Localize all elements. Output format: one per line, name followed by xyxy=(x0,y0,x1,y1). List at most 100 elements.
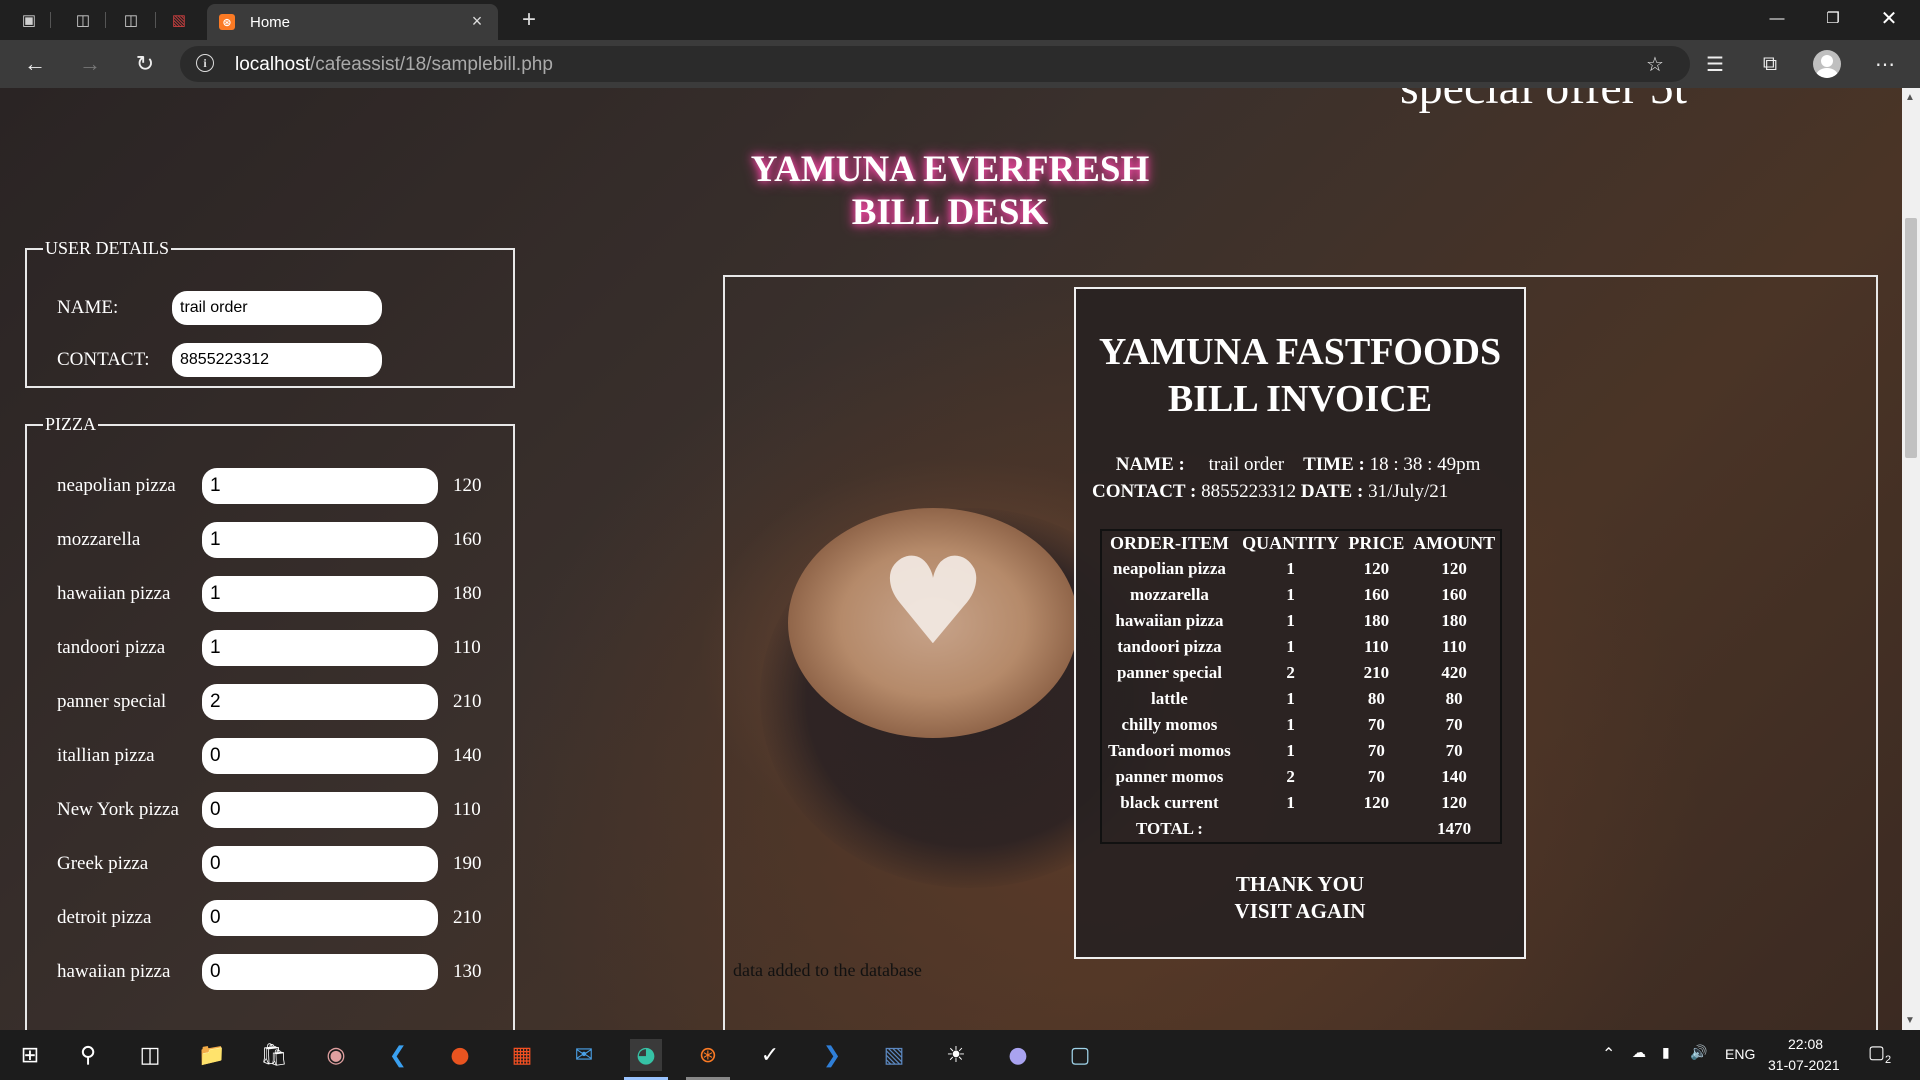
pizza-qty-input[interactable]: 0 xyxy=(202,792,438,828)
language-indicator[interactable]: ENG xyxy=(1725,1046,1755,1062)
edge-icon[interactable]: ◕ xyxy=(630,1039,662,1071)
tab-title: Home xyxy=(250,14,291,31)
separator xyxy=(50,12,51,28)
amount-cell: 110 xyxy=(1441,637,1467,656)
qty-cell: 1 xyxy=(1286,715,1295,734)
table-row: mozzarella 1 160 160 xyxy=(1101,582,1501,608)
volume-icon[interactable]: 🔊 xyxy=(1690,1044,1707,1061)
invoice-meta-line2: CONTACT : 8855223312 DATE : 31/July/21 xyxy=(1092,478,1480,505)
price-cell: 70 xyxy=(1367,715,1385,734)
pizza-qty-input[interactable]: 1 xyxy=(202,468,438,504)
pizza-qty-input[interactable]: 1 xyxy=(202,576,438,612)
task-view-icon[interactable]: ◫ xyxy=(134,1039,166,1071)
pizza-qty-input[interactable]: 0 xyxy=(202,954,438,990)
contact-input[interactable]: 8855223312 xyxy=(172,343,382,377)
pizza-price: 110 xyxy=(453,637,481,658)
eclipse-icon[interactable]: ● xyxy=(1002,1039,1034,1071)
scroll-down-icon[interactable]: ▼ xyxy=(1905,1015,1915,1026)
price-cell: 110 xyxy=(1364,637,1389,656)
pizza-item-label: hawaiian pizza xyxy=(57,583,171,604)
forward-arrow-icon[interactable]: → xyxy=(75,50,105,78)
page-title-line2: BILL DESK xyxy=(851,192,1049,233)
qty-cell: 1 xyxy=(1286,559,1295,578)
invoice-name-value: trail order xyxy=(1208,454,1285,475)
close-window-button[interactable]: ✕ xyxy=(1866,4,1912,32)
table-row: black current 1 120 120 xyxy=(1101,790,1501,816)
pinned-tab-icon[interactable]: ◫ xyxy=(72,9,94,31)
pizza-qty-input[interactable]: 2 xyxy=(202,684,438,720)
xampp-icon[interactable]: ⊛ xyxy=(692,1039,724,1071)
pizza-price: 110 xyxy=(453,799,481,820)
close-tab-icon[interactable]: × xyxy=(466,10,488,32)
file-explorer-icon[interactable]: 📁 xyxy=(196,1039,228,1071)
address-bar[interactable]: i localhost/cafeassist/18/samplebill.php… xyxy=(180,46,1690,82)
pinned-tab-icon[interactable]: ▧ xyxy=(168,9,190,31)
pizza-qty-input[interactable]: 1 xyxy=(202,522,438,558)
new-tab-button[interactable]: + xyxy=(515,6,543,34)
restore-button[interactable]: ❐ xyxy=(1810,4,1856,32)
pizza-legend: PIZZA xyxy=(45,414,96,434)
item-cell: Tandoori momos xyxy=(1108,741,1231,760)
mail-icon[interactable]: ✉ xyxy=(568,1039,600,1071)
page-content: special offer 5t YAMUNA EVERFRESH BILL D… xyxy=(0,88,1902,1030)
inkscape-icon[interactable]: ✓ xyxy=(754,1039,786,1071)
pizza-price: 130 xyxy=(453,961,482,982)
pizza-item-label: neapolian pizza xyxy=(57,475,176,496)
office-icon[interactable]: ▦ xyxy=(506,1039,538,1071)
empty-cell xyxy=(1344,816,1408,843)
special-offer-heading: special offer 5t xyxy=(1400,88,1687,115)
pizza-item-label: New York pizza xyxy=(57,799,179,820)
browser-toolbar: ← → ↻ i localhost/cafeassist/18/samplebi… xyxy=(0,40,1920,88)
pizza-qty-input[interactable]: 0 xyxy=(202,900,438,936)
qty-cell: 2 xyxy=(1286,663,1295,682)
pizza-qty-input[interactable]: 0 xyxy=(202,738,438,774)
powershell-icon[interactable]: ❯ xyxy=(816,1039,848,1071)
latte-art-icon: ♥ xyxy=(879,533,987,672)
name-label: NAME: xyxy=(57,297,119,318)
pizza-qty-input[interactable]: 1 xyxy=(202,630,438,666)
mysql-workbench-icon[interactable]: ▧ xyxy=(878,1039,910,1071)
back-arrow-icon[interactable]: ← xyxy=(20,50,50,78)
pizza-price: 160 xyxy=(453,529,482,550)
battery-icon[interactable]: ▮ xyxy=(1662,1044,1670,1061)
profile-avatar[interactable] xyxy=(1813,50,1841,78)
clock-date[interactable]: 31-07-2021 xyxy=(1768,1057,1840,1073)
tab-actions-icon[interactable]: ▣ xyxy=(18,9,40,31)
pizza-price: 210 xyxy=(453,691,482,712)
collections-icon[interactable]: ⧉ xyxy=(1755,50,1785,78)
favorites-icon[interactable]: ☰ xyxy=(1700,50,1730,78)
paint-icon[interactable]: ☀ xyxy=(940,1039,972,1071)
url-text[interactable]: localhost/cafeassist/18/samplebill.php xyxy=(235,54,553,76)
scroll-up-icon[interactable]: ▲ xyxy=(1905,92,1915,103)
pinned-tab-icon[interactable]: ◫ xyxy=(120,9,142,31)
windows-start-icon[interactable]: ⊞ xyxy=(14,1039,46,1071)
hidden-icons-chevron-icon[interactable]: ⌃ xyxy=(1602,1044,1615,1064)
pizza-price: 210 xyxy=(453,907,482,928)
name-input[interactable]: trail order xyxy=(172,291,382,325)
more-menu-icon[interactable]: ⋯ xyxy=(1870,50,1900,78)
add-favorite-icon[interactable]: ☆ xyxy=(1640,50,1670,78)
app-icon[interactable]: ▢ xyxy=(1064,1039,1096,1071)
tab-home[interactable]: ⊛ Home × xyxy=(207,4,498,40)
invoice-date-value: 31/July/21 xyxy=(1368,481,1449,502)
pizza-qty-input[interactable]: 0 xyxy=(202,846,438,882)
store-icon[interactable]: 🛍 xyxy=(258,1039,290,1071)
qty-cell: 1 xyxy=(1286,585,1295,604)
search-icon[interactable]: ⚲ xyxy=(72,1039,104,1071)
refresh-icon[interactable]: ↻ xyxy=(130,50,160,78)
onedrive-icon[interactable]: ☁ xyxy=(1632,1044,1646,1061)
minimize-button[interactable]: — xyxy=(1754,4,1800,32)
pizza-price: 140 xyxy=(453,745,482,766)
qty-cell: 1 xyxy=(1286,611,1295,630)
clock-time[interactable]: 22:08 xyxy=(1788,1036,1823,1052)
scrollbar-thumb[interactable] xyxy=(1905,218,1917,458)
total-label: TOTAL : xyxy=(1135,819,1203,838)
amount-cell: 180 xyxy=(1441,611,1467,630)
vscode-icon[interactable]: ❮ xyxy=(382,1039,414,1071)
ubuntu-icon[interactable]: ● xyxy=(444,1039,476,1071)
info-icon[interactable]: i xyxy=(196,54,214,72)
vertical-scrollbar[interactable]: ▲ ▼ xyxy=(1902,88,1920,1030)
media-player-icon[interactable]: ◉ xyxy=(320,1039,352,1071)
notification-icon[interactable]: ▢ xyxy=(1868,1042,1885,1063)
amount-cell: 70 xyxy=(1445,715,1463,734)
